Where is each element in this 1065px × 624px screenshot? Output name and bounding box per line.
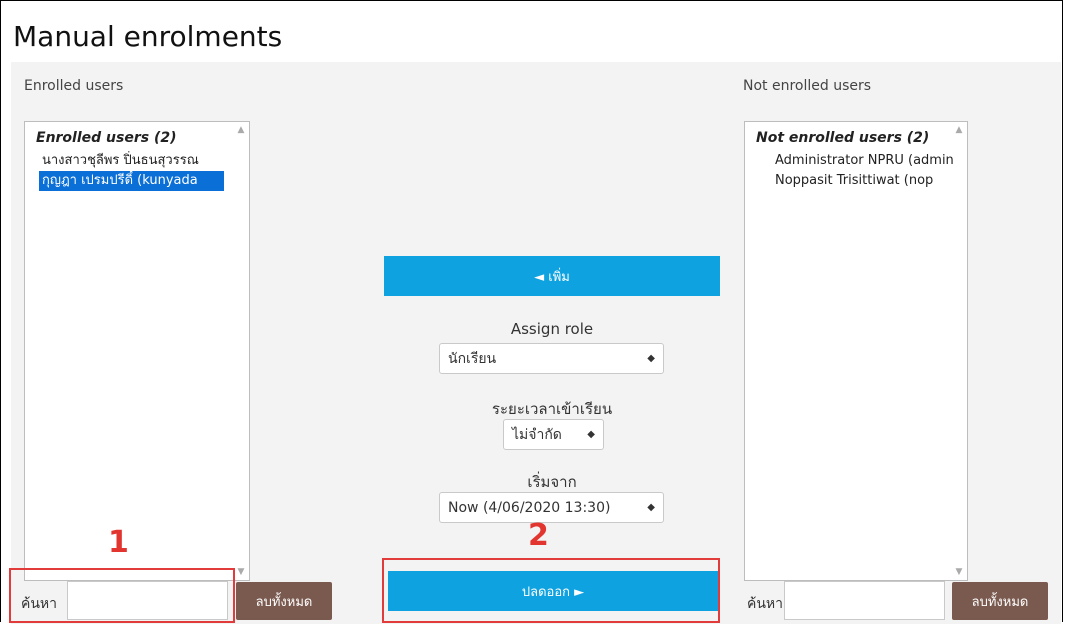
enrolled-user-option[interactable]: นางสาวชุลีพร ปิ่นธนสุวรรณ: [39, 151, 249, 170]
enrolled-user-option-selected[interactable]: กุญฎา เปรมปรีดิ์ (kunyada: [39, 171, 224, 191]
duration-value: ไม่จำกัด: [512, 426, 562, 443]
annotation-box-2: [382, 558, 720, 623]
not-enrolled-heading: Not enrolled users: [743, 78, 872, 94]
scroll-down-icon[interactable]: ▼: [954, 567, 964, 577]
not-enrolled-user-option[interactable]: Administrator NPRU (admin: [775, 151, 957, 170]
enrolled-users-listbox[interactable]: Enrolled users (2) นางสาวชุลีพร ปิ่นธนสุ…: [24, 121, 250, 581]
add-button[interactable]: ◄ เพิ่ม: [384, 256, 720, 296]
duration-select[interactable]: ไม่จำกัด ◆: [503, 419, 604, 450]
not-enrolled-user-option[interactable]: Noppasit Trisittiwat (nop: [775, 171, 957, 190]
enrolled-group-label: Enrolled users (2): [36, 130, 177, 146]
assign-role-value: นักเรียน: [448, 350, 497, 367]
start-value: Now (4/06/2020 13:30): [448, 499, 611, 516]
scroll-down-icon[interactable]: ▼: [236, 567, 246, 577]
scroll-up-icon[interactable]: ▲: [954, 125, 964, 135]
not-enrolled-search-label: ค้นหา: [747, 596, 784, 612]
duration-label: ระยะเวลาเข้าเรียน: [491, 400, 613, 418]
not-enrolled-users-listbox[interactable]: Not enrolled users (2) Administrator NPR…: [744, 121, 968, 581]
not-enrolled-clear-button[interactable]: ลบทั้งหมด: [952, 582, 1048, 620]
start-label: เริ่มจาก: [527, 473, 577, 491]
annotation-number-2: 2: [528, 518, 549, 553]
page-title: Manual enrolments: [13, 20, 283, 53]
not-enrolled-search-input[interactable]: [784, 581, 945, 620]
annotation-box-1: [9, 568, 235, 623]
start-select[interactable]: Now (4/06/2020 13:30) ◆: [439, 492, 664, 523]
annotation-number-1: 1: [108, 525, 129, 560]
select-arrows-icon: ◆: [587, 428, 595, 440]
select-arrows-icon: ◆: [647, 352, 655, 364]
enrolled-heading: Enrolled users: [24, 78, 124, 94]
assign-role-label: Assign role: [510, 320, 594, 338]
not-enrolled-group-label: Not enrolled users (2): [756, 130, 930, 146]
scroll-up-icon[interactable]: ▲: [236, 125, 246, 135]
assign-role-select[interactable]: นักเรียน ◆: [439, 343, 664, 374]
select-arrows-icon: ◆: [647, 501, 655, 513]
enrolled-clear-button[interactable]: ลบทั้งหมด: [236, 582, 332, 620]
